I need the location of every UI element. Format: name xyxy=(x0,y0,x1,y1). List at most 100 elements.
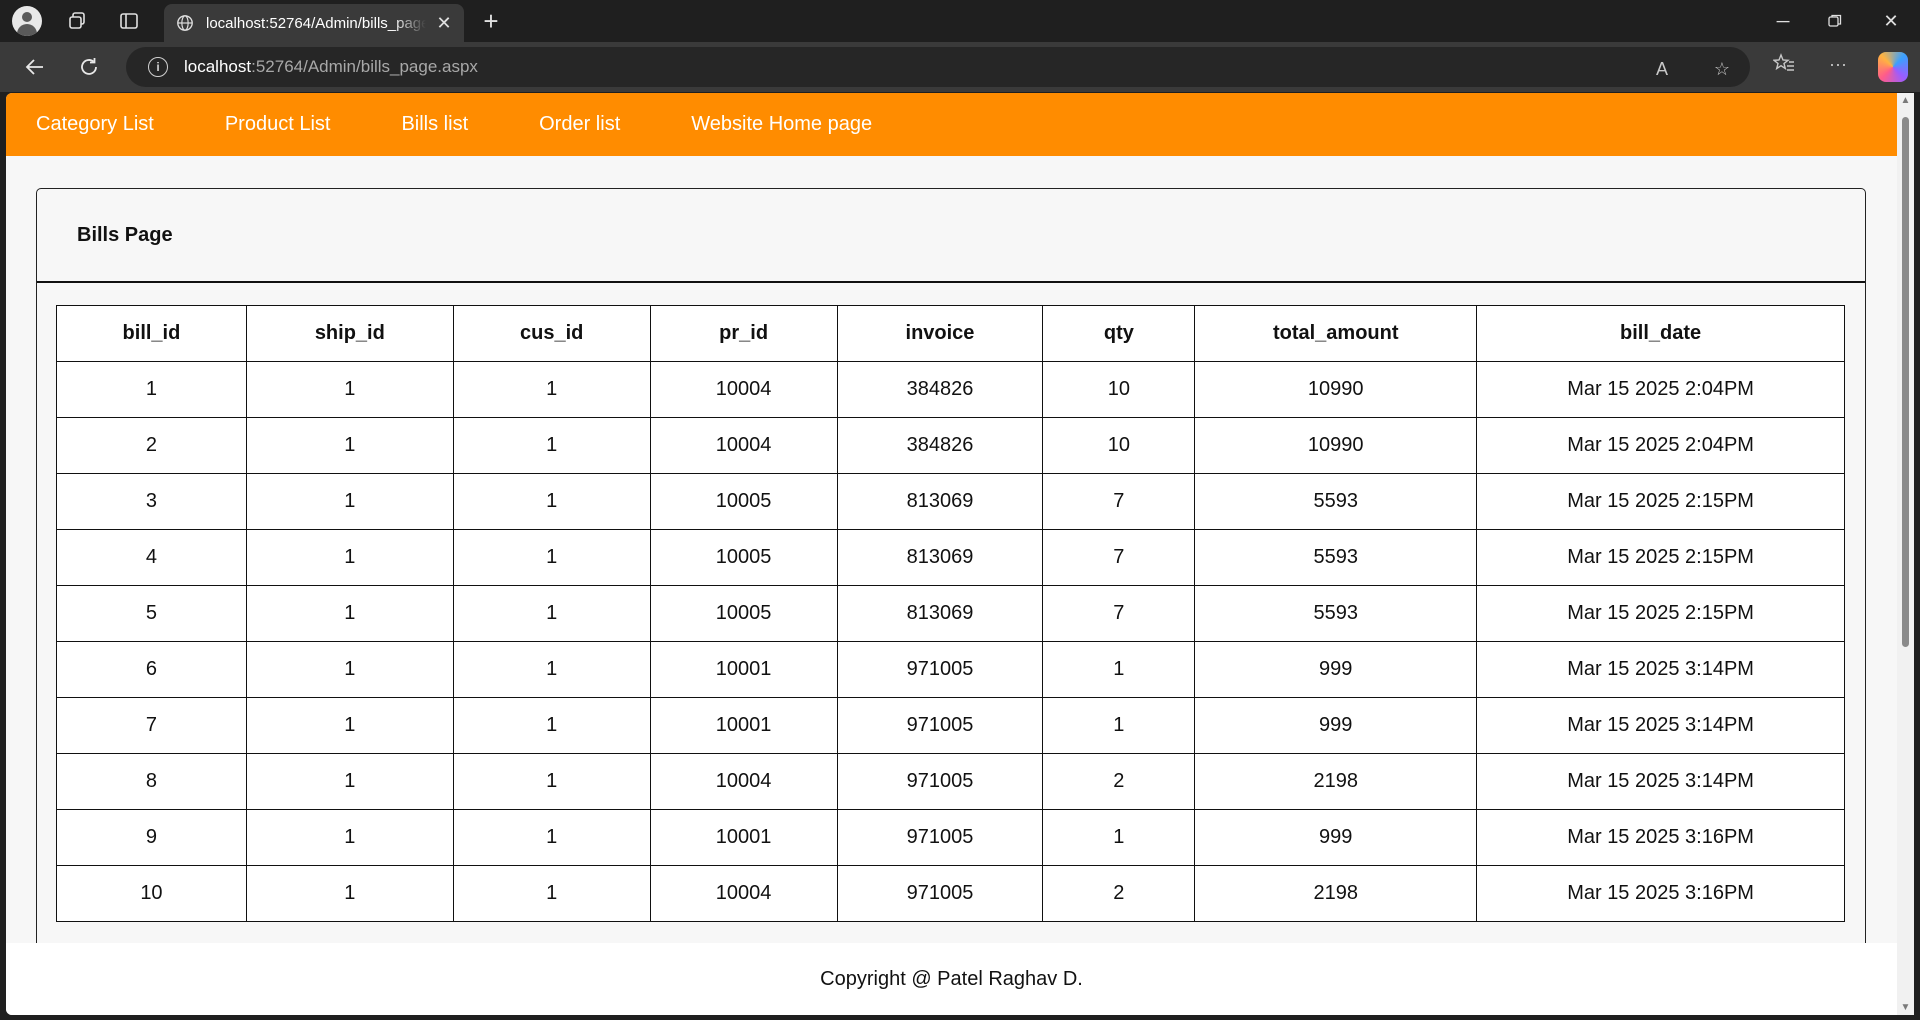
table-cell-ship_id: 1 xyxy=(245,809,454,866)
table-cell-bill_date: Mar 15 2025 2:15PM xyxy=(1476,473,1845,530)
tab-title: localhost:52764/Admin/bills_page.aspx xyxy=(206,14,426,32)
table-cell-bill_id: 8 xyxy=(56,753,247,810)
back-arrow-icon[interactable] xyxy=(20,52,50,82)
table-header-row: bill_id ship_id cus_id pr_id invoice qty total… xyxy=(56,305,1845,362)
table-cell-bill_date: Mar 15 2025 3:16PM xyxy=(1476,809,1845,866)
browser-tab-active[interactable]: localhost:52764/Admin/bills_page.aspx ✕ xyxy=(164,4,464,42)
footer: Copyright @ Patel Raghav D. xyxy=(6,943,1897,1015)
workspaces-icon[interactable] xyxy=(62,6,92,36)
table-cell-ship_id: 1 xyxy=(245,361,454,418)
table-cell-total_amount: 2198 xyxy=(1194,865,1478,922)
table-cell-qty: 7 xyxy=(1042,473,1196,530)
reload-icon[interactable] xyxy=(74,52,104,82)
table-cell-cus_id: 1 xyxy=(452,529,651,586)
table-cell-bill_date: Mar 15 2025 3:14PM xyxy=(1476,753,1845,810)
nav-product-list[interactable]: Product List xyxy=(225,113,331,136)
table-cell-bill_id: 1 xyxy=(56,361,247,418)
table-cell-total_amount: 999 xyxy=(1194,697,1478,754)
url-path: :52764/Admin/bills_page.aspx xyxy=(251,57,478,76)
favorites-list-icon[interactable] xyxy=(1772,52,1796,76)
nav-website-home[interactable]: Website Home page xyxy=(691,113,872,136)
column-header: invoice xyxy=(836,305,1044,362)
table-row: 6 1 1 10001 971005 1 999 Mar 15 2025 3:14PM xyxy=(56,641,1845,698)
table-cell-total_amount: 10990 xyxy=(1194,417,1478,474)
table-cell-total_amount: 999 xyxy=(1194,809,1478,866)
new-tab-icon[interactable]: + xyxy=(476,6,506,36)
table-cell-invoice: 384826 xyxy=(836,361,1044,418)
site-info-icon[interactable]: i xyxy=(148,57,168,77)
table-cell-ship_id: 1 xyxy=(245,697,454,754)
table-cell-ship_id: 1 xyxy=(245,529,454,586)
favorite-star-icon[interactable]: ☆ xyxy=(1710,57,1734,81)
table-row: 3 1 1 10005 813069 7 5593 Mar 15 2025 2:15PM xyxy=(56,473,1845,530)
table-cell-qty: 1 xyxy=(1042,641,1196,698)
table-cell-bill_id: 6 xyxy=(56,641,247,698)
column-header: cus_id xyxy=(452,305,651,362)
table-cell-qty: 7 xyxy=(1042,529,1196,586)
table-cell-ship_id: 1 xyxy=(245,865,454,922)
table-cell-invoice: 971005 xyxy=(836,697,1044,754)
nav-order-list[interactable]: Order list xyxy=(539,113,620,136)
tab-actions-icon[interactable] xyxy=(114,6,144,36)
table-cell-qty: 7 xyxy=(1042,585,1196,642)
table-cell-qty: 2 xyxy=(1042,865,1196,922)
scroll-down-icon[interactable]: ▼ xyxy=(1900,1002,1911,1013)
table-row: 2 1 1 10004 384826 10 10990 Mar 15 2025 2:04PM xyxy=(56,417,1845,474)
table-cell-ship_id: 1 xyxy=(245,585,454,642)
close-tab-icon[interactable]: ✕ xyxy=(434,13,454,34)
minimize-icon[interactable]: ─ xyxy=(1754,0,1812,42)
page-title: Bills Page xyxy=(77,223,173,246)
column-header: bill_date xyxy=(1476,305,1845,362)
scrollbar-thumb[interactable] xyxy=(1902,117,1909,647)
table-cell-total_amount: 5593 xyxy=(1194,473,1478,530)
table-cell-ship_id: 1 xyxy=(245,641,454,698)
table-cell-pr_id: 10001 xyxy=(649,641,838,698)
admin-nav-bar: Category List Product List Bills list Or… xyxy=(6,93,1897,156)
table-row: 5 1 1 10005 813069 7 5593 Mar 15 2025 2:15PM xyxy=(56,585,1845,642)
table-cell-bill_date: Mar 15 2025 2:15PM xyxy=(1476,585,1845,642)
nav-bills-list[interactable]: Bills list xyxy=(401,113,468,136)
table-cell-bill_id: 2 xyxy=(56,417,247,474)
page-scrollbar[interactable]: ▲ ▼ xyxy=(1897,93,1914,1015)
table-cell-pr_id: 10005 xyxy=(649,529,838,586)
column-header: bill_id xyxy=(56,305,247,362)
table-cell-cus_id: 1 xyxy=(452,865,651,922)
table-cell-total_amount: 5593 xyxy=(1194,585,1478,642)
address-bar-row: i localhost:52764/Admin/bills_page.aspx … xyxy=(0,42,1920,92)
column-header: qty xyxy=(1042,305,1196,362)
profile-avatar-icon[interactable] xyxy=(12,6,42,36)
table-cell-bill_date: Mar 15 2025 3:14PM xyxy=(1476,697,1845,754)
copilot-icon[interactable] xyxy=(1878,52,1908,82)
table-cell-bill_id: 3 xyxy=(56,473,247,530)
table-cell-bill_date: Mar 15 2025 2:04PM xyxy=(1476,417,1845,474)
table-cell-invoice: 971005 xyxy=(836,809,1044,866)
url-input[interactable]: i localhost:52764/Admin/bills_page.aspx … xyxy=(126,47,1750,87)
table-cell-pr_id: 10001 xyxy=(649,809,838,866)
nav-category-list[interactable]: Category List xyxy=(36,113,154,136)
table-cell-cus_id: 1 xyxy=(452,585,651,642)
table-row: 4 1 1 10005 813069 7 5593 Mar 15 2025 2:15PM xyxy=(56,529,1845,586)
close-window-icon[interactable]: ✕ xyxy=(1862,0,1920,42)
bills-table: bill_id ship_id cus_id pr_id invoice qty total… xyxy=(56,305,1845,922)
table-cell-pr_id: 10004 xyxy=(649,865,838,922)
table-cell-cus_id: 1 xyxy=(452,697,651,754)
read-aloud-icon[interactable]: A xyxy=(1650,57,1674,81)
table-cell-total_amount: 999 xyxy=(1194,641,1478,698)
table-cell-total_amount: 10990 xyxy=(1194,361,1478,418)
column-header: ship_id xyxy=(245,305,454,362)
table-cell-bill_id: 5 xyxy=(56,585,247,642)
table-cell-bill_date: Mar 15 2025 2:04PM xyxy=(1476,361,1845,418)
table-cell-pr_id: 10004 xyxy=(649,753,838,810)
table-cell-bill_id: 4 xyxy=(56,529,247,586)
table-cell-bill_id: 9 xyxy=(56,809,247,866)
table-cell-invoice: 384826 xyxy=(836,417,1044,474)
table-cell-pr_id: 10005 xyxy=(649,473,838,530)
table-cell-qty: 10 xyxy=(1042,417,1196,474)
restore-icon[interactable] xyxy=(1806,0,1864,42)
copyright-text: Copyright @ Patel Raghav D. xyxy=(820,967,1083,990)
scroll-up-icon[interactable]: ▲ xyxy=(1900,95,1911,106)
more-options-icon[interactable]: ··· xyxy=(1826,52,1850,76)
table-cell-invoice: 813069 xyxy=(836,585,1044,642)
globe-icon xyxy=(177,15,193,31)
column-header: pr_id xyxy=(649,305,838,362)
